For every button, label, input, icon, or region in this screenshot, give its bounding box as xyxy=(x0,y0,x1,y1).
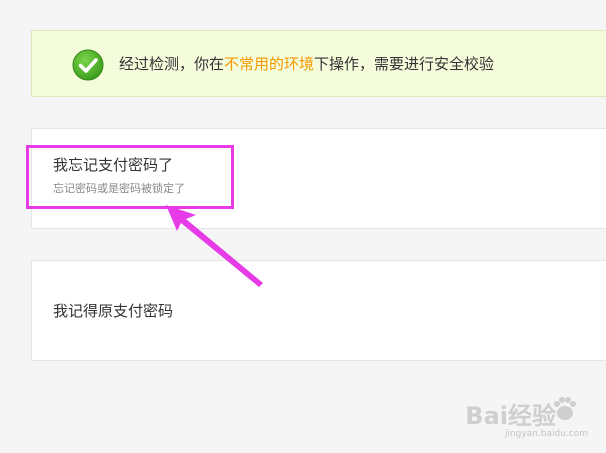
watermark-url: jingyan.baidu.com xyxy=(504,429,588,439)
watermark-brand: Bai经验 xyxy=(465,402,556,430)
notice-message: 经过检测，你在不常用的环境下操作，需要进行安全校验 xyxy=(119,53,494,75)
forgot-password-option[interactable]: 我忘记支付密码了 忘记密码或是密码被锁定了 xyxy=(31,128,606,229)
notice-text-before: 经过检测，你在 xyxy=(119,55,225,73)
notice-text-highlight: 不常用的环境 xyxy=(224,55,315,73)
remember-password-title: 我记得原支付密码 xyxy=(53,302,174,320)
notice-text-after: 下操作，需要进行安全校验 xyxy=(314,55,495,73)
remember-password-option[interactable]: 我记得原支付密码 xyxy=(31,260,606,361)
baidu-jingyan-watermark: Bai经验 jingyan.baidu.com xyxy=(465,394,588,439)
security-check-page: 经过检测，你在不常用的环境下操作，需要进行安全校验 我忘记支付密码了 忘记密码或… xyxy=(0,0,606,453)
security-notice-banner: 经过检测，你在不常用的环境下操作，需要进行安全校验 xyxy=(31,30,606,97)
paw-icon xyxy=(554,397,576,420)
forgot-password-subtitle: 忘记密码或是密码被锁定了 xyxy=(53,182,185,195)
check-circle-icon xyxy=(72,49,104,81)
forgot-password-title: 我忘记支付密码了 xyxy=(53,156,174,174)
